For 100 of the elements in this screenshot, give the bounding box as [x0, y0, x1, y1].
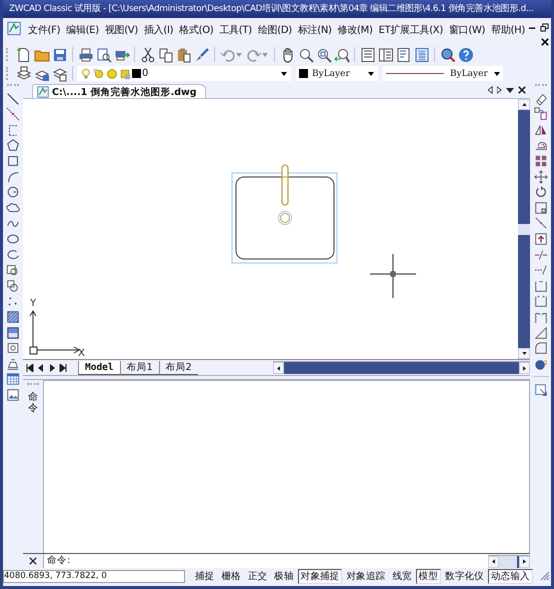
make-block-icon[interactable]: [6, 278, 20, 293]
region-icon[interactable]: [6, 341, 20, 356]
quick-select-icon[interactable]: [534, 382, 548, 397]
extend-icon[interactable]: [534, 263, 548, 278]
menu-item[interactable]: 窗口(W): [446, 20, 488, 37]
menu-item[interactable]: 视图(V): [102, 20, 141, 37]
scroll-left-icon[interactable]: [277, 366, 280, 370]
ellipse-icon[interactable]: [6, 232, 20, 246]
zoom-icon[interactable]: [298, 46, 314, 62]
first-tab-icon[interactable]: [26, 364, 34, 372]
design-center-icon[interactable]: [378, 46, 394, 62]
copy-icon[interactable]: [158, 46, 174, 62]
status-toggle[interactable]: 数字化仪: [442, 568, 487, 584]
status-toggle[interactable]: 极轴: [271, 568, 297, 584]
menu-item[interactable]: ET扩展工具(X): [376, 20, 446, 37]
fillet-icon[interactable]: [534, 341, 548, 356]
chamfer-icon[interactable]: [534, 326, 548, 340]
layer-stack-icon[interactable]: [16, 66, 32, 82]
new-file-icon[interactable]: [16, 46, 32, 62]
status-toggle[interactable]: 动态输入: [488, 568, 533, 584]
layout-tab[interactable]: 布局1: [120, 360, 159, 374]
drawing-icon[interactable]: [7, 21, 22, 36]
menu-item[interactable]: 绘图(D): [254, 20, 295, 37]
polyline-icon[interactable]: [6, 122, 20, 137]
resize-grip-icon[interactable]: [540, 571, 550, 581]
linetype-dropdown[interactable]: ByLayer: [383, 66, 503, 81]
printer-icon[interactable]: [78, 46, 94, 62]
layout-tab[interactable]: 布局2: [158, 360, 198, 374]
help-icon[interactable]: [458, 46, 474, 62]
menu-item[interactable]: 文件(F): [25, 20, 64, 37]
break-icon[interactable]: [534, 278, 548, 293]
document-tab[interactable]: C:\....1 倒角完善水池图形.dwg: [32, 84, 206, 98]
layout-tab[interactable]: Model: [78, 360, 120, 374]
polygon-icon[interactable]: [6, 138, 20, 152]
scale-icon[interactable]: [534, 200, 548, 215]
close-icon[interactable]: [29, 557, 37, 565]
stretch-icon[interactable]: [534, 216, 548, 230]
circle-icon[interactable]: [6, 185, 20, 200]
table-icon[interactable]: [6, 372, 20, 386]
close-icon[interactable]: [518, 86, 526, 94]
move-icon[interactable]: [534, 170, 548, 184]
scissors-icon[interactable]: [140, 46, 156, 62]
tool-palette-icon[interactable]: [396, 46, 412, 62]
menu-item[interactable]: 帮助(H): [488, 20, 528, 37]
mirror-icon[interactable]: [534, 122, 548, 137]
menu-item[interactable]: 工具(T): [216, 20, 255, 37]
status-toggle[interactable]: 模型: [416, 568, 442, 584]
bracket-icon[interactable]: [534, 294, 548, 308]
eraser-icon[interactable]: [534, 92, 548, 106]
image-icon[interactable]: [6, 388, 20, 402]
close-icon[interactable]: [541, 38, 549, 46]
paste-icon[interactable]: [176, 46, 192, 62]
previous-tab-icon[interactable]: [37, 364, 45, 372]
status-toggle[interactable]: 线宽: [389, 568, 415, 584]
scroll-left-icon[interactable]: [488, 86, 493, 94]
print-preview-icon[interactable]: [96, 46, 112, 62]
search-icon[interactable]: [440, 46, 456, 62]
scroll-up-icon[interactable]: [522, 103, 526, 106]
status-toggle[interactable]: 对象追踪: [343, 568, 388, 584]
layer-dropdown[interactable]: 0: [77, 66, 291, 81]
construction-line-icon[interactable]: [6, 107, 20, 122]
rotate-icon[interactable]: [534, 185, 548, 200]
horizontal-scrollbar[interactable]: [273, 361, 530, 374]
scroll-right-icon[interactable]: [497, 86, 502, 94]
vertical-scrollbar[interactable]: [518, 99, 530, 359]
copy-objects-icon[interactable]: [534, 107, 548, 122]
brush-icon[interactable]: [194, 46, 210, 62]
menu-item[interactable]: 编辑(E): [63, 20, 102, 37]
hatch-icon[interactable]: [6, 310, 20, 324]
line-icon[interactable]: [6, 92, 20, 106]
calculator-icon[interactable]: [414, 46, 430, 62]
restore-icon[interactable]: [540, 23, 549, 32]
next-tab-icon[interactable]: [48, 364, 56, 372]
zoom-previous-icon[interactable]: [334, 46, 350, 62]
arc-icon[interactable]: [6, 170, 20, 184]
caret-icon[interactable]: [506, 88, 514, 92]
trim-icon[interactable]: [534, 248, 548, 262]
cloud-icon[interactable]: [6, 200, 20, 215]
color-dropdown[interactable]: ByLayer: [296, 66, 378, 81]
status-toggle[interactable]: 栅格: [218, 568, 244, 584]
gradient-icon[interactable]: [6, 326, 20, 340]
scroll-right-icon[interactable]: [523, 559, 526, 564]
scroll-down-icon[interactable]: [522, 352, 526, 355]
scroll-right-icon[interactable]: [523, 366, 526, 370]
command-input[interactable]: 命令:: [43, 554, 488, 568]
insert-block-icon[interactable]: [6, 263, 20, 278]
status-toggle[interactable]: 捕捉: [192, 568, 218, 584]
array-icon[interactable]: [534, 154, 548, 168]
menu-item[interactable]: 格式(O): [176, 20, 216, 37]
rectangle-icon[interactable]: [6, 154, 20, 168]
zoom-window-icon[interactable]: [316, 46, 332, 62]
horizontal-scrollbar[interactable]: [488, 554, 530, 568]
ellipse-arc-icon[interactable]: [6, 248, 20, 262]
properties-icon[interactable]: [360, 46, 376, 62]
status-toggle[interactable]: 对象捕捉: [298, 568, 342, 584]
last-tab-icon[interactable]: [59, 364, 67, 372]
status-toggle[interactable]: 正交: [244, 568, 270, 584]
scroll-left-icon[interactable]: [492, 559, 495, 564]
menu-item[interactable]: 插入(I): [140, 20, 176, 37]
bell-icon[interactable]: [6, 356, 20, 371]
